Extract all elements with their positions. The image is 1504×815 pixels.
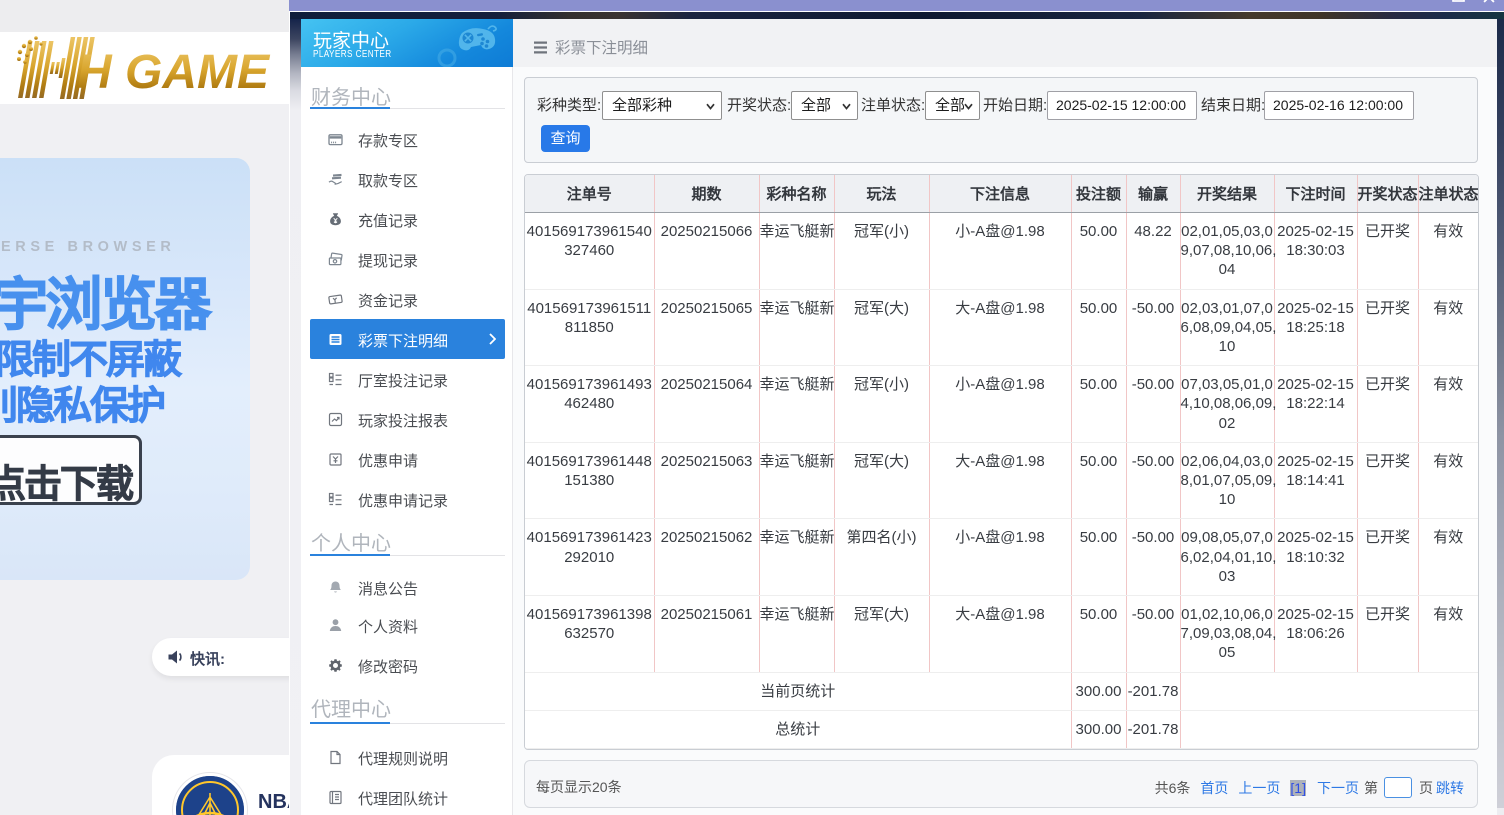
- svg-text:H GAME: H GAME: [77, 46, 271, 99]
